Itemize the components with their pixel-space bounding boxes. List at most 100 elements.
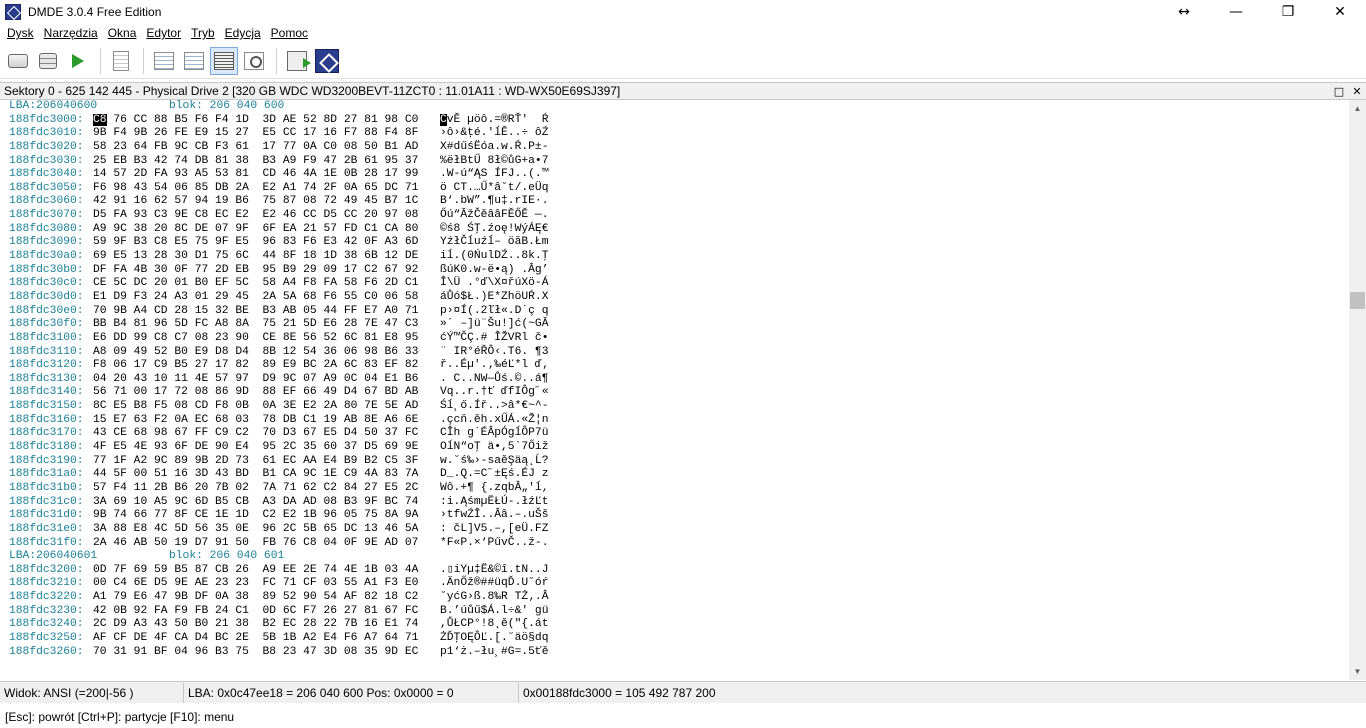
scroll-up-arrow-icon[interactable]: ▲: [1349, 100, 1366, 117]
hex-view-button[interactable]: [210, 46, 238, 75]
hex-column[interactable]: 25 EB B3 42 74 DB 81 38 B3 A9 F9 47 2B 6…: [93, 155, 440, 169]
ascii-column[interactable]: ČvĚ µöô.=®RŤ' Ŕ: [440, 113, 548, 128]
ascii-column[interactable]: ßúK0.w-ë•ą) .Âg’: [440, 264, 548, 278]
ascii-column[interactable]: %ëłBtŰ 8ł©ůG+a•7: [440, 155, 548, 169]
ascii-column[interactable]: w.˘ś‰›-saěŞäą˛Ĺ?: [440, 455, 548, 469]
hex-column[interactable]: DF FA 4B 30 0F 77 2D EB 95 B9 29 09 17 C…: [93, 264, 440, 278]
dmde-app-icon[interactable]: [5, 3, 21, 20]
ascii-column[interactable]: CÎh g˙ÉÂpÓgĺÔP7ü: [440, 427, 548, 441]
ascii-column[interactable]: ¨ IR°éŘÔ‹.T6. ¶3: [440, 346, 548, 360]
menu-edytor[interactable]: Edytor: [141, 26, 186, 40]
hex-column[interactable]: 69 E5 13 28 30 D1 75 6C 44 8F 18 1D 38 6…: [93, 250, 440, 264]
ascii-column[interactable]: ŻĎŢOĘÔĽ.[.˘äö§dq: [440, 632, 548, 646]
ascii-column[interactable]: B.’úůű$Á.l÷&' gü: [440, 605, 548, 619]
hex-column[interactable]: 14 57 2D FA 93 A5 53 81 CD 46 4A 1E 0B 2…: [93, 168, 440, 182]
ascii-column[interactable]: Őú“ĂžČěââFĚŐĚ —.: [440, 209, 548, 223]
ascii-column[interactable]: .▯iYµ‡Ë&©î.tN..J: [440, 564, 549, 578]
document-button[interactable]: [107, 47, 135, 75]
ascii-column[interactable]: p1‘ż.–łu¸#G=.5ťě: [440, 646, 548, 660]
open-disk-button[interactable]: [4, 47, 32, 75]
hex-column[interactable]: E6 DD 99 C8 C7 08 23 90 CE 8E 56 52 6C 8…: [93, 332, 440, 346]
ascii-column[interactable]: iĺ.(0ŃulDŹ..8k.Ţ: [440, 250, 548, 264]
ascii-column[interactable]: ćÝ™ČÇ.# ÎŽVRl č•: [440, 332, 548, 346]
minimize-button[interactable]: —: [1210, 0, 1262, 23]
hex-column[interactable]: E1 D9 F3 24 A3 01 29 45 2A 5A 68 F6 55 C…: [93, 291, 440, 305]
menu-edycja[interactable]: Edycja: [220, 26, 266, 40]
hex-column[interactable]: 57 F4 11 2B B6 20 7B 02 7A 71 62 C2 84 2…: [93, 482, 440, 496]
ascii-column[interactable]: ˘yćG›ß.8‰R TŻ‚.Â: [440, 591, 548, 605]
hex-column[interactable]: 4F E5 4E 93 6F DE 90 E4 95 2C 35 60 37 D…: [93, 441, 440, 455]
ascii-column[interactable]: .ÄnŐž®##üqĎ.U˘óŕ: [440, 577, 548, 591]
hex-column[interactable]: 43 CE 68 98 67 FF C9 C2 70 D3 67 E5 D4 5…: [93, 427, 440, 441]
ascii-column[interactable]: : čL]V5.–,[eÜ.FZ: [440, 523, 548, 537]
ascii-column[interactable]: ,ŮŁCP°!8˛ě("{.át: [440, 618, 548, 632]
ascii-column[interactable]: áŮó$Ł.)E*ZhöUŔ.X: [440, 291, 548, 305]
hex-column[interactable]: 2A 46 AB 50 19 D7 91 50 FB 76 C8 04 0F 9…: [93, 537, 440, 551]
ascii-column[interactable]: Wô.+¶ {.zqbÂ„'ĺ,: [440, 482, 548, 496]
hex-column[interactable]: 00 C4 6E D5 9E AE 23 23 FC 71 CF 03 55 A…: [93, 577, 440, 591]
hex-column[interactable]: 42 0B 92 FA F9 FB 24 C1 0D 6C F7 26 27 8…: [93, 605, 440, 619]
list2-view-button[interactable]: [180, 47, 208, 75]
ascii-column[interactable]: Î\Ü .°ď\X¤řúXö-Á: [440, 277, 548, 291]
hex-column[interactable]: 15 E7 63 F2 0A EC 68 03 78 DB C1 19 AB 8…: [93, 414, 440, 428]
cursor-byte[interactable]: C8: [93, 113, 107, 126]
ascii-column[interactable]: *F«P.×‘PűvČ..ž-.: [440, 537, 548, 551]
hex-column[interactable]: BB B4 81 96 5D FC A8 8A 75 21 5D E6 28 7…: [93, 318, 440, 332]
hex-column[interactable]: 8C E5 B8 F5 08 CD F8 0B 0A 3E E2 2A 80 7…: [93, 400, 440, 414]
ascii-column[interactable]: ›tfwŹÎ..Ââ.–.uŠš: [440, 509, 548, 523]
hex-column[interactable]: 70 9B A4 CD 28 15 32 BE B3 AB 05 44 FF E…: [93, 305, 440, 319]
hex-column[interactable]: CE 5C DC 20 01 B0 EF 5C 58 A4 F8 FA 58 F…: [93, 277, 440, 291]
export-button[interactable]: [283, 47, 311, 75]
menu-dysk[interactable]: Dysk: [2, 26, 39, 40]
ascii-column[interactable]: . C..NW—Ůś.©..á¶: [440, 373, 548, 387]
hex-view[interactable]: LBA:206040600 blok: 206 040 600 188fdc3000…: [0, 100, 1349, 680]
status-view-mode[interactable]: Widok: ANSI (=200|-56 ): [0, 682, 184, 703]
panel-maximize-button[interactable]: □: [1330, 85, 1348, 98]
run-button[interactable]: [64, 47, 92, 75]
ascii-column[interactable]: .çcň.ěh.xŰÁ.«Ž¦n: [440, 414, 548, 428]
ascii-column[interactable]: X#dűśËóa.w.Ŕ.P±-: [440, 141, 548, 155]
ascii-column[interactable]: ö CT.…Ű*â˘t/.eÜq: [440, 182, 548, 196]
hex-column[interactable]: 0D 7F 69 59 B5 87 CB 26 A9 EE 2E 74 4E 1…: [93, 564, 440, 578]
ascii-column[interactable]: ř..Éµ'.‚‰éĽ*l ď‚: [440, 359, 548, 373]
scroll-thumb[interactable]: [1350, 292, 1365, 309]
hex-column[interactable]: 59 9F B3 C8 E5 75 9F E5 96 83 F6 E3 42 0…: [93, 236, 440, 250]
ascii-column[interactable]: »´ –]ü¨Šu!]ć(~GĂ: [440, 318, 548, 332]
find-button[interactable]: [240, 47, 268, 75]
maximize-button[interactable]: ❐: [1262, 0, 1314, 23]
dmde-logo-button[interactable]: [313, 47, 341, 75]
menu-narzedzia[interactable]: Narzędzia: [39, 26, 103, 40]
ascii-column[interactable]: YźłČĺuźĺ– öăB.Łm: [440, 236, 548, 250]
hex-column[interactable]: 44 5F 00 51 16 3D 43 BD B1 CA 9C 1E C9 4…: [93, 468, 440, 482]
partitions-button[interactable]: [34, 47, 62, 75]
ascii-column[interactable]: ©ś8 ŚŢ.źoę!WýÁĘ€: [440, 223, 548, 237]
close-button[interactable]: ✕: [1314, 0, 1366, 23]
hex-column[interactable]: 3A 88 E8 4C 5D 56 35 0E 96 2C 5B 65 DC 1…: [93, 523, 440, 537]
panel-close-button[interactable]: ✕: [1348, 85, 1366, 98]
list-view-button[interactable]: [150, 47, 178, 75]
ascii-column[interactable]: .W-ú“ĄS ÍFJ..(.™: [440, 168, 548, 182]
hex-column[interactable]: 9B F4 9B 26 FE E9 15 27 E5 CC 17 16 F7 8…: [93, 127, 440, 141]
ascii-column[interactable]: Śĺ¸ő.Íř..>â*€~^-: [440, 400, 548, 414]
hex-column[interactable]: AF CF DE 4F CA D4 BC 2E 5B 1B A2 E4 F6 A…: [93, 632, 440, 646]
hex-column[interactable]: 2C D9 A3 43 50 B0 21 38 B2 EC 28 22 7B 1…: [93, 618, 440, 632]
hex-column[interactable]: 56 71 00 17 72 08 86 9D 88 EF 66 49 D4 6…: [93, 386, 440, 400]
hex-column[interactable]: 04 20 43 10 11 4E 57 97 D9 9C 07 A9 0C 0…: [93, 373, 440, 387]
hex-column[interactable]: 77 1F A2 9C 89 9B 2D 73 61 EC AA E4 B9 B…: [93, 455, 440, 469]
hex-column[interactable]: 3A 69 10 A5 9C 6D B5 CB A3 DA AD 08 B3 9…: [93, 496, 440, 510]
hex-column[interactable]: C8 76 CC 88 B5 F6 F4 1D 3D AE 52 8D 27 8…: [93, 113, 440, 128]
ascii-column[interactable]: OĺN“oŢ ä•,5`7Őiž: [440, 441, 548, 455]
menu-pomoc[interactable]: Pomoc: [266, 26, 313, 40]
ascii-column[interactable]: :i.ĄśmµËŁÚ-.łźĽt: [440, 496, 548, 510]
ascii-column[interactable]: B‘.bW”.¶u‡.rIE·.: [440, 195, 548, 209]
hex-column[interactable]: F6 98 43 54 06 85 DB 2A E2 A1 74 2F 0A 6…: [93, 182, 440, 196]
hex-column[interactable]: 70 31 91 BF 04 96 B3 75 B8 23 47 3D 08 3…: [93, 646, 440, 660]
resize-button[interactable]: ↔: [1158, 0, 1210, 23]
hex-column[interactable]: 42 91 16 62 57 94 19 B6 75 87 08 72 49 4…: [93, 195, 440, 209]
ascii-column[interactable]: p›¤Í(.2ľł«.D˙ç q: [440, 305, 548, 319]
ascii-column[interactable]: ›ô›&ţé.'ĺĚ..÷ ôŹ: [440, 127, 548, 141]
menu-okna[interactable]: Okna: [103, 26, 142, 40]
hex-column[interactable]: A1 79 E6 47 9B DF 0A 38 89 52 90 54 AF 8…: [93, 591, 440, 605]
ascii-column[interactable]: D_.Q.=C˝±Ęś.ÉJ z: [440, 468, 548, 482]
hex-column[interactable]: A9 9C 38 20 8C DE 07 9F 6F EA 21 57 FD C…: [93, 223, 440, 237]
